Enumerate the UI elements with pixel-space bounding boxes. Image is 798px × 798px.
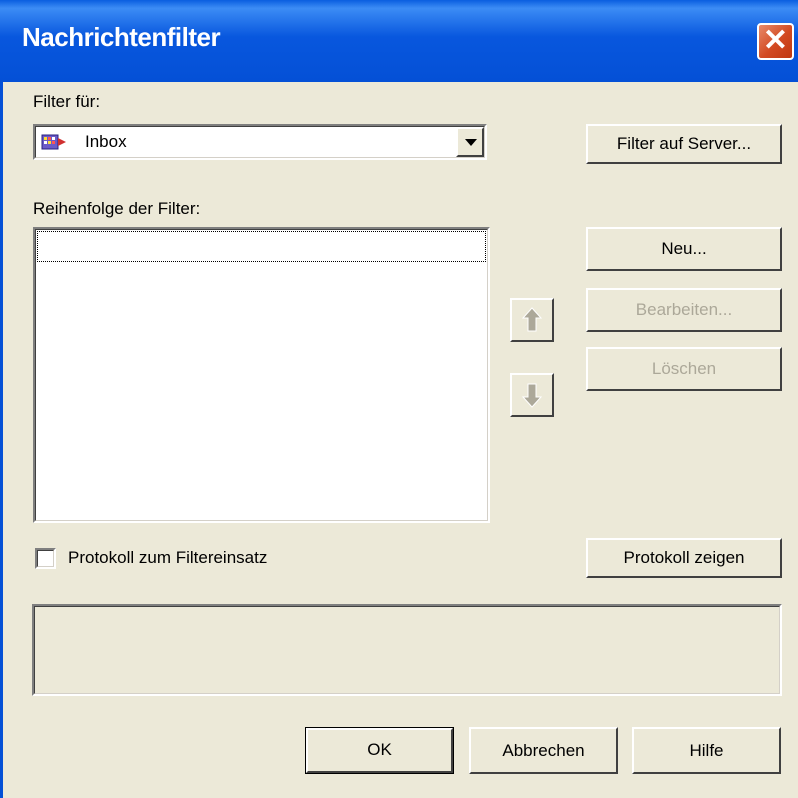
chevron-down-icon[interactable] bbox=[456, 127, 484, 157]
help-button[interactable]: Hilfe bbox=[632, 727, 781, 774]
close-icon: ✕ bbox=[762, 24, 789, 57]
arrow-up-icon bbox=[521, 307, 543, 332]
status-area bbox=[32, 604, 782, 696]
ok-button[interactable]: OK bbox=[305, 727, 454, 774]
delete-filter-button[interactable]: Löschen bbox=[586, 347, 782, 391]
move-down-button[interactable] bbox=[510, 373, 554, 417]
list-focus-row[interactable] bbox=[37, 231, 486, 262]
show-log-label: Protokoll zeigen bbox=[623, 548, 745, 567]
filter-order-list[interactable] bbox=[33, 227, 490, 523]
filter-on-server-label: Filter auf Server... bbox=[616, 134, 752, 153]
show-log-button[interactable]: Protokoll zeigen bbox=[586, 538, 782, 578]
edit-filter-button[interactable]: Bearbeiten... bbox=[586, 288, 782, 332]
cancel-label: Abbrechen bbox=[502, 741, 585, 760]
window-title: Nachrichtenfilter bbox=[22, 22, 221, 52]
help-label: Hilfe bbox=[689, 741, 724, 760]
move-up-button[interactable] bbox=[510, 298, 554, 342]
window-border bbox=[0, 82, 3, 798]
inbox-icon bbox=[41, 134, 66, 150]
log-checkbox[interactable] bbox=[35, 548, 56, 569]
edit-filter-label: Bearbeiten... bbox=[635, 300, 733, 319]
log-checkbox-label[interactable]: Protokoll zum Filtereinsatz bbox=[68, 548, 267, 568]
filter-for-dropdown[interactable]: Inbox bbox=[33, 124, 487, 160]
dialog-window: Nachrichtenfilter ✕ Filter für: Inbox Fi… bbox=[0, 0, 798, 798]
cancel-button[interactable]: Abbrechen bbox=[469, 727, 618, 774]
title-bar[interactable]: Nachrichtenfilter ✕ bbox=[0, 0, 798, 82]
filter-for-value: Inbox bbox=[85, 132, 127, 151]
filter-for-label: Filter für: bbox=[33, 92, 101, 111]
ok-label: OK bbox=[367, 740, 392, 759]
close-button[interactable]: ✕ bbox=[757, 23, 794, 60]
filter-on-server-button[interactable]: Filter auf Server... bbox=[586, 124, 782, 164]
arrow-down-icon bbox=[521, 383, 543, 408]
new-filter-button[interactable]: Neu... bbox=[586, 227, 782, 271]
filter-order-label: Reihenfolge der Filter: bbox=[33, 199, 201, 218]
new-filter-label: Neu... bbox=[661, 239, 707, 258]
delete-filter-label: Löschen bbox=[651, 359, 717, 378]
